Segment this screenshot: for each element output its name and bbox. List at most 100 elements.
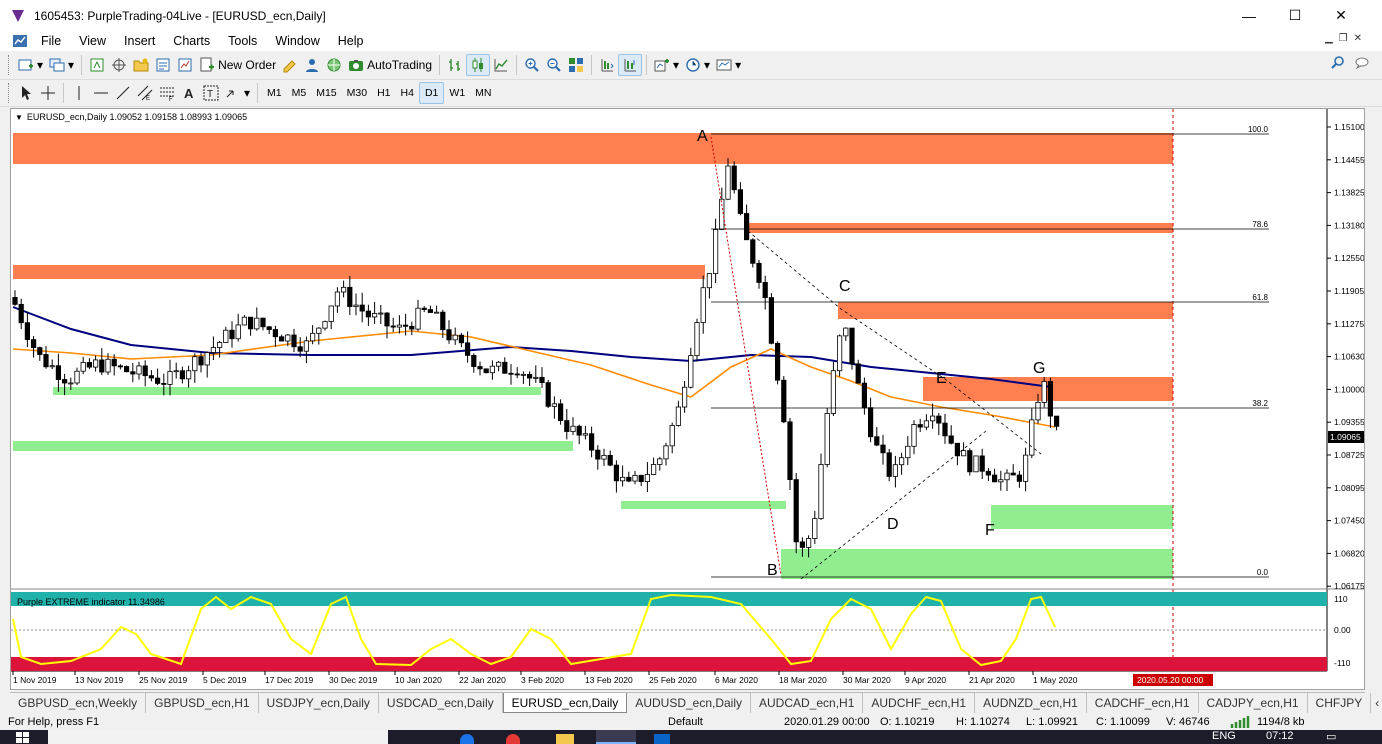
new-order-button[interactable]: New Order [196,54,279,76]
bear-candle [12,297,18,305]
minimize-button[interactable]: — [1226,0,1272,31]
chart-shift-button[interactable] [596,54,618,76]
data-window-button[interactable] [108,54,130,76]
candlestick-chart-button[interactable] [466,54,491,76]
tab-usdjpy-daily[interactable]: USDJPY_ecn,Daily [259,693,379,713]
timeframe-h1[interactable]: H1 [372,82,395,104]
tab-chfjpy[interactable]: CHFJPY [1308,693,1372,713]
trendline-button[interactable] [112,82,134,104]
horizontal-line-button[interactable] [90,82,112,104]
menu-file[interactable]: File [32,34,70,48]
templates-button[interactable]: ▾ [713,54,744,76]
tab-eurusd-daily[interactable]: EURUSD_ecn,Daily [502,693,628,713]
date-tick-label: 17 Dec 2019 [265,675,313,685]
bar-chart-button[interactable] [444,54,466,76]
tab-scroll-arrows[interactable]: ‹ [1371,693,1382,713]
bear-candle [775,342,781,381]
close-button[interactable]: ✕ [1318,0,1364,31]
menu-insert[interactable]: Insert [115,34,164,48]
bull-candle [433,311,440,314]
price-tick-label: 1.11275 [1334,319,1364,329]
text-button[interactable]: A [178,82,200,104]
bull-candle [806,538,812,548]
chart-menu-triangle-icon[interactable]: ▼ [15,113,23,122]
tile-windows-button[interactable] [565,54,587,76]
zoom-out-button[interactable] [543,54,565,76]
mdi-close-icon[interactable]: ✕ [1354,33,1362,44]
market-watch-button[interactable] [86,54,108,76]
mdi-minimize-icon[interactable]: ▁ [1325,33,1333,44]
text-label-button[interactable]: T [200,82,222,104]
timeframe-h4[interactable]: H4 [396,82,419,104]
wave-label-e: E [936,370,947,387]
equidistant-channel-button[interactable]: E [134,82,156,104]
chat-icon[interactable] [1354,55,1370,71]
indicators-button[interactable]: ▾ [651,54,682,76]
windows-start-icon[interactable] [16,732,30,744]
maximize-button[interactable]: ☐ [1272,0,1318,31]
fib-level-label: 61.8 [1252,293,1268,302]
cursor-button[interactable] [15,82,37,104]
bear-candle [161,383,167,385]
tab-cadchf-h1[interactable]: CADCHF_ecn,H1 [1087,693,1199,713]
timeframe-m15[interactable]: M15 [311,82,341,104]
timeframe-m30[interactable]: M30 [342,82,372,104]
toolbar-grip[interactable] [8,83,11,103]
bull-candle [285,334,291,342]
tab-gbpusd-weekly[interactable]: GBPUSD_ecn,Weekly [10,693,147,713]
menu-view[interactable]: View [70,34,115,48]
timeframe-w1[interactable]: W1 [444,82,470,104]
tab-audchf-h1[interactable]: AUDCHF_ecn,H1 [863,693,976,713]
auto-scroll-button[interactable] [618,54,643,76]
timeframe-d1[interactable]: D1 [418,82,445,104]
timeframe-mn[interactable]: MN [470,82,496,104]
price-tick-label: 1.07450 [1334,516,1364,526]
fibonacci-button[interactable]: F [156,82,178,104]
zoom-in-button[interactable] [521,54,543,76]
tab-audnzd-h1[interactable]: AUDNZD_ecn,H1 [975,693,1087,713]
metaeditor-button[interactable] [279,54,301,76]
navigator-button[interactable] [130,54,152,76]
taskbar-app-explorer-icon[interactable] [556,734,574,744]
tab-audcad-h1[interactable]: AUDCAD_ecn,H1 [751,693,864,713]
crosshair-button[interactable] [37,82,59,104]
tab-usdcad-daily[interactable]: USDCAD_ecn,Daily [379,693,503,713]
bear-candle [55,365,62,380]
taskbar-app-outlook-icon[interactable] [654,734,670,744]
menu-help[interactable]: Help [329,34,373,48]
strategy-tester-button[interactable] [174,54,196,76]
search-icon[interactable] [1330,55,1346,71]
signals-button[interactable] [301,54,323,76]
mdi-restore-icon[interactable]: ❐ [1339,33,1348,44]
menu-tools[interactable]: Tools [219,34,266,48]
toolbar-grip[interactable] [8,55,11,75]
tab-gbpusd-h1[interactable]: GBPUSD_ecn,H1 [146,693,259,713]
taskbar-search-box[interactable] [48,730,388,744]
taskbar-app-metatrader-icon[interactable] [596,730,636,744]
notifications-icon[interactable]: ▭ [1326,730,1336,743]
new-chart-button[interactable]: ▾ [15,54,46,76]
autotrading-button[interactable]: AutoTrading [345,54,435,76]
vertical-line-button[interactable] [68,82,90,104]
price-chart[interactable]: 100.0 78.6 61.8 38.2 0.0 A B C D E F G 1.15100 1.144… [11,109,1364,689]
timeframe-m5[interactable]: M5 [287,82,312,104]
tab-cadjpy-h1[interactable]: CADJPY_ecn,H1 [1199,693,1308,713]
tab-audusd-daily[interactable]: AUDUSD_ecn,Daily [627,693,752,713]
menu-charts[interactable]: Charts [164,34,219,48]
periods-button[interactable]: ▾ [682,54,713,76]
bull-candle [663,445,669,460]
profiles-icon [49,58,65,72]
taskbar-app-opera-icon[interactable] [506,734,520,744]
timeframe-m1[interactable]: M1 [262,82,287,104]
market-button[interactable] [323,54,345,76]
terminal-button[interactable] [152,54,174,76]
taskbar-language[interactable]: ENG [1212,730,1236,742]
chart-window[interactable]: 100.0 78.6 61.8 38.2 0.0 A B C D E F G 1.15100 1.144… [10,108,1365,690]
crosshair-icon [41,86,55,100]
taskbar-app-chrome-icon[interactable] [460,734,474,744]
taskbar-clock[interactable]: 07:12 [1266,730,1294,742]
line-chart-button[interactable] [490,54,512,76]
arrows-button[interactable]: ▾ [222,82,253,104]
profiles-button[interactable]: ▾ [46,54,77,76]
menu-window[interactable]: Window [266,34,328,48]
